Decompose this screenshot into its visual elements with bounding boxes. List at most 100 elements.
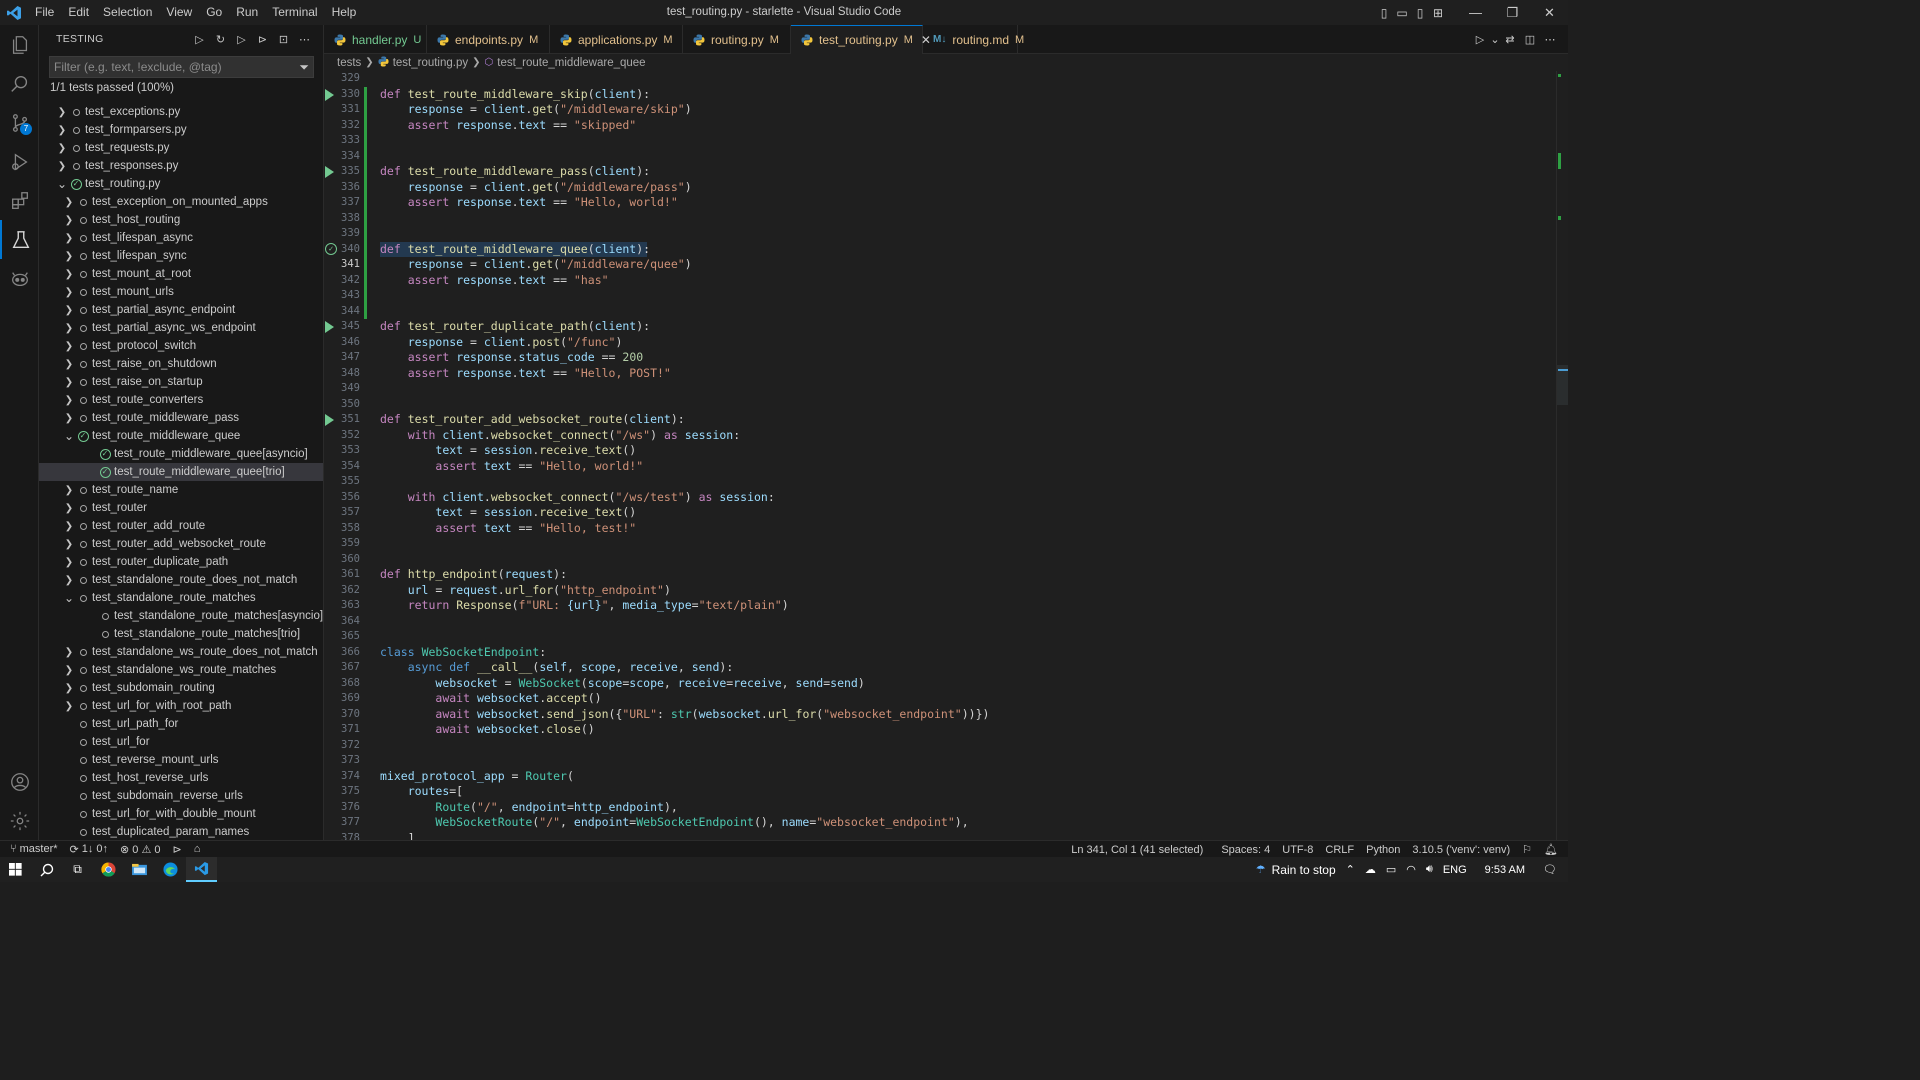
chevron-right-icon[interactable]: ❯ xyxy=(55,125,69,136)
chevron-right-icon[interactable]: ❯ xyxy=(62,521,76,532)
chevron-right-icon[interactable]: ❯ xyxy=(62,251,76,262)
toggle-primary-sidebar-icon[interactable]: ▯ xyxy=(1375,0,1393,25)
menu-selection[interactable]: Selection xyxy=(96,0,159,25)
code-line[interactable]: 349 xyxy=(324,381,1556,397)
test-tree-item[interactable]: ❯ test_standalone_route_does_not_match xyxy=(39,571,323,589)
customize-layout-icon[interactable]: ⊞ xyxy=(1429,0,1447,25)
test-tree-item[interactable]: ❯ test_standalone_ws_route_does_not_match xyxy=(39,643,323,661)
code-line[interactable]: 338 xyxy=(324,210,1556,226)
test-tree-item[interactable]: ✓ test_route_middleware_quee[asyncio] xyxy=(39,445,323,463)
chevron-right-icon[interactable]: ❯ xyxy=(55,143,69,154)
code-line[interactable]: 369 await websocket.accept() xyxy=(324,691,1556,707)
code-line[interactable]: 359 xyxy=(324,536,1556,552)
code-line[interactable]: 331 response = client.get("/middleware/s… xyxy=(324,102,1556,118)
code-line[interactable]: 335 def test_route_middleware_pass(client… xyxy=(324,164,1556,180)
editor-scrollbar[interactable] xyxy=(1556,71,1568,840)
code-line[interactable]: 343 xyxy=(324,288,1556,304)
chevron-right-icon[interactable]: ❯ xyxy=(62,305,76,316)
menu-run[interactable]: Run xyxy=(229,0,265,25)
tab-test_routing-py[interactable]: test_routing.py M ✕ xyxy=(791,25,931,54)
test-tree-item[interactable]: ❯ test_mount_urls xyxy=(39,283,323,301)
settings-gear-icon[interactable] xyxy=(0,801,39,840)
chevron-right-icon[interactable]: ❯ xyxy=(62,539,76,550)
code-line[interactable]: 364 xyxy=(324,614,1556,630)
chevron-right-icon[interactable]: ❯ xyxy=(62,665,76,676)
extensions-icon[interactable] xyxy=(0,181,39,220)
chevron-right-icon[interactable]: ❯ xyxy=(62,269,76,280)
test-tree-item[interactable]: ❯ test_mount_at_root xyxy=(39,265,323,283)
breadcrumb-symbol[interactable]: test_route_middleware_quee xyxy=(497,57,645,69)
test-tree-item[interactable]: ✓ test_route_middleware_quee[trio] xyxy=(39,463,323,481)
test-tree-item[interactable]: ❯ test_partial_async_ws_endpoint xyxy=(39,319,323,337)
testing-icon[interactable] xyxy=(0,220,39,259)
task-view-icon[interactable]: ⧉ xyxy=(62,857,93,882)
chevron-right-icon[interactable]: ❯ xyxy=(62,287,76,298)
language-mode[interactable]: Python xyxy=(1360,844,1406,856)
code-editor[interactable]: 329 330 def test_route_middleware_skip(cli… xyxy=(324,71,1556,840)
test-tree-item[interactable]: ❯ test_raise_on_shutdown xyxy=(39,355,323,373)
tab-routing-md[interactable]: M↓ routing.md M xyxy=(923,25,1024,54)
code-line[interactable]: 357 text = session.receive_text() xyxy=(324,505,1556,521)
run-tests-icon[interactable]: ▷ xyxy=(189,29,210,49)
code-line[interactable]: 345 def test_router_duplicate_path(client… xyxy=(324,319,1556,335)
code-line[interactable]: ✓ 340 def test_route_middleware_quee(clien… xyxy=(324,241,1556,257)
start-windows-icon[interactable] xyxy=(0,857,31,882)
code-line[interactable]: 353 text = session.receive_text() xyxy=(324,443,1556,459)
minimize-button[interactable]: — xyxy=(1457,0,1494,25)
vscode-logo-icon[interactable] xyxy=(0,0,28,25)
code-line[interactable]: 332 assert response.text == "skipped" xyxy=(324,117,1556,133)
code-line[interactable]: 355 xyxy=(324,474,1556,490)
file-explorer-icon[interactable] xyxy=(124,857,155,882)
toggle-panel-icon[interactable]: ▭ xyxy=(1393,0,1411,25)
more-actions-icon[interactable]: ⋯ xyxy=(1540,29,1560,49)
test-tree-item[interactable]: test_standalone_route_matches[asyncio] xyxy=(39,607,323,625)
close-window-button[interactable]: ✕ xyxy=(1531,0,1568,25)
chevron-right-icon[interactable]: ❯ xyxy=(62,701,76,712)
test-tree-item[interactable]: ❯ test_responses.py xyxy=(39,157,323,175)
tab-routing-py[interactable]: routing.py M xyxy=(683,25,791,54)
test-tree-item[interactable]: ❯ test_lifespan_sync xyxy=(39,247,323,265)
account-icon[interactable] xyxy=(0,762,39,801)
branch-indicator[interactable]: ⑂ master* xyxy=(0,843,64,855)
encoding[interactable]: UTF-8 xyxy=(1276,844,1319,856)
test-tree-item[interactable]: test_url_for xyxy=(39,733,323,751)
test-filter-input[interactable] xyxy=(54,60,289,74)
code-line[interactable]: 329 xyxy=(324,71,1556,87)
test-tree-item[interactable]: ❯ test_partial_async_endpoint xyxy=(39,301,323,319)
test-tree-item[interactable]: test_host_reverse_urls xyxy=(39,769,323,787)
test-tree-item[interactable]: ❯ test_subdomain_routing xyxy=(39,679,323,697)
code-line[interactable]: 365 xyxy=(324,629,1556,645)
refresh-tests-icon[interactable]: ↻ xyxy=(210,29,231,49)
code-line[interactable]: 337 assert response.text == "Hello, worl… xyxy=(324,195,1556,211)
test-tree-item[interactable]: ❯ test_route_converters xyxy=(39,391,323,409)
test-tree-item[interactable]: ❯ test_router_add_route xyxy=(39,517,323,535)
chevron-right-icon[interactable]: ❯ xyxy=(62,413,76,424)
test-filter[interactable]: ⏷ xyxy=(49,56,314,78)
menu-file[interactable]: File xyxy=(28,0,61,25)
debug-launch-icon[interactable]: ⊳ xyxy=(167,843,188,856)
code-line[interactable]: 370 await websocket. send_json({"URL": st… xyxy=(324,707,1556,723)
code-line[interactable]: 372 xyxy=(324,738,1556,754)
source-control-icon[interactable]: 7 xyxy=(0,103,39,142)
code-line[interactable]: 341 response = client.get("/middleware/q… xyxy=(324,257,1556,273)
input-language[interactable]: ENG xyxy=(1438,864,1472,876)
chevron-right-icon[interactable]: ❯ xyxy=(55,161,69,172)
test-tree-item[interactable]: ❯ test_router_duplicate_path xyxy=(39,553,323,571)
volume-icon[interactable]: 🔊︎ xyxy=(1421,863,1438,876)
test-tree-item[interactable]: ❯ test_router_add_websocket_route xyxy=(39,535,323,553)
code-line[interactable]: 339 xyxy=(324,226,1556,242)
test-tree-item[interactable]: ❯ test_formparsers.py xyxy=(39,121,323,139)
vscode-taskbar-icon[interactable] xyxy=(186,857,217,882)
python-interpreter[interactable]: 3.10.5 ('venv': venv) xyxy=(1406,844,1516,856)
cursor-position[interactable]: Ln 341, Col 1 (41 selected) xyxy=(1065,844,1209,856)
tab-applications-py[interactable]: applications.py M xyxy=(550,25,683,54)
test-tree-item[interactable]: ❯ test_route_middleware_pass xyxy=(39,409,323,427)
code-line[interactable]: 358 assert text == "Hello, test!" xyxy=(324,521,1556,537)
test-tree-item[interactable]: ❯ test_host_routing xyxy=(39,211,323,229)
code-line[interactable]: 361 def http_endpoint(request): xyxy=(324,567,1556,583)
filter-icon[interactable]: ⏷ xyxy=(299,60,309,75)
breadcrumb-file[interactable]: test_routing.py xyxy=(393,57,468,69)
toggle-secondary-sidebar-icon[interactable]: ▯ xyxy=(1411,0,1429,25)
split-editor-icon[interactable]: ◫ xyxy=(1520,29,1540,49)
code-line[interactable]: 362 url = request.url_for("http_endpoint… xyxy=(324,583,1556,599)
